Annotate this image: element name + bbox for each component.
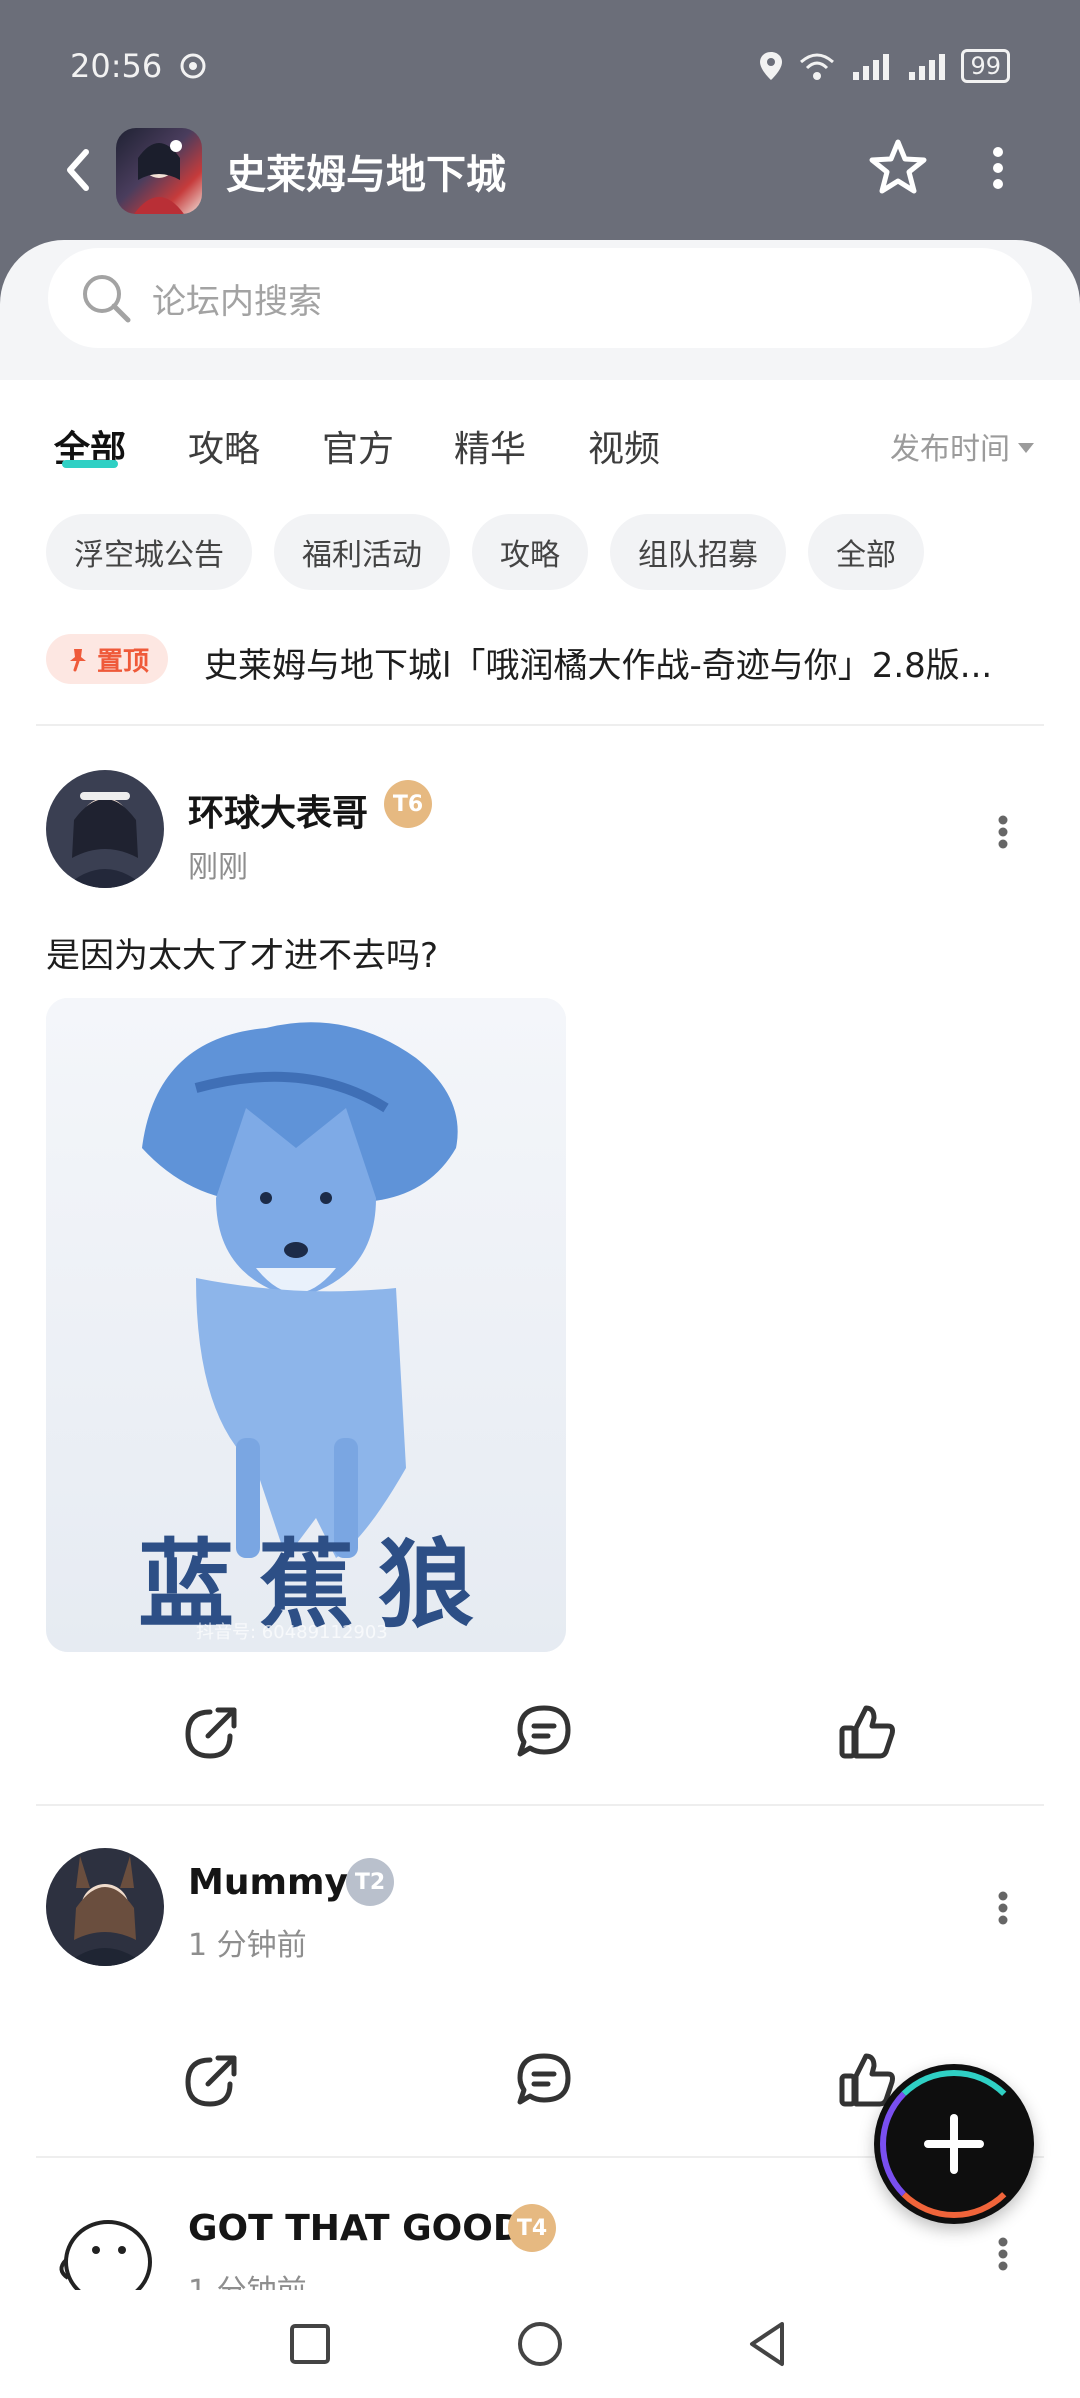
caret-down-icon: [1018, 443, 1034, 453]
search-icon: [83, 275, 131, 323]
level-badge: T2: [346, 1858, 394, 1906]
post-text: 是因为太大了才进不去吗?: [46, 936, 439, 976]
filter-chips: 浮空城公告 福利活动 攻略 组队招募 全部: [46, 514, 924, 590]
comment-icon[interactable]: [512, 2048, 576, 2112]
post-time: 刚刚: [188, 850, 248, 885]
recents-square-icon[interactable]: [280, 2314, 340, 2374]
comment-icon[interactable]: [512, 1700, 576, 1764]
level-badge: T6: [384, 780, 432, 828]
avatar[interactable]: [46, 2200, 164, 2290]
more-vertical-icon[interactable]: [990, 802, 1016, 862]
forum-avatar[interactable]: [116, 128, 202, 214]
pin-icon: [69, 649, 86, 672]
category-tabs: 全部 攻略 官方 精华 视频 发布时间: [0, 380, 1080, 490]
status-bar: 20:56 99: [70, 44, 1010, 88]
cell-signal-icon-2: [909, 54, 946, 80]
pinned-post[interactable]: 置顶 史莱姆与地下城l「哦润橘大作战-奇迹与你」2.8版...: [46, 632, 1036, 688]
level-badge: T4: [508, 2204, 556, 2252]
post-time: 1 分钟前: [188, 2266, 307, 2290]
create-post-button[interactable]: [874, 2064, 1034, 2224]
pin-badge: 置顶: [46, 634, 168, 684]
sort-dropdown[interactable]: 发布时间: [890, 424, 1034, 468]
pin-badge-label: 置顶: [96, 646, 149, 677]
chip-events[interactable]: 福利活动: [274, 514, 450, 590]
more-vertical-icon[interactable]: [990, 2224, 1016, 2284]
tab-videos[interactable]: 视频: [588, 420, 660, 472]
active-tab-indicator: [62, 460, 118, 468]
back-arrow-icon[interactable]: [52, 142, 108, 198]
username[interactable]: GOT THAT GOOD: [188, 2208, 523, 2249]
back-triangle-icon[interactable]: [738, 2314, 798, 2374]
username[interactable]: 环球大表哥: [188, 784, 368, 836]
like-icon[interactable]: [836, 1700, 900, 1764]
chip-announcement[interactable]: 浮空城公告: [46, 514, 252, 590]
chip-recruit[interactable]: 组队招募: [610, 514, 786, 590]
wifi-icon: [800, 53, 835, 80]
system-nav-bar: [0, 2290, 1080, 2398]
tab-featured[interactable]: 精华: [454, 420, 526, 472]
chip-guides[interactable]: 攻略: [472, 514, 588, 590]
share-icon[interactable]: [180, 2048, 244, 2112]
more-vertical-icon[interactable]: [978, 136, 1018, 200]
divider: [36, 1804, 1044, 1806]
cell-signal-icon: [853, 54, 890, 80]
pinned-title: 史莱姆与地下城l「哦润橘大作战-奇迹与你」2.8版...: [204, 646, 993, 686]
divider: [36, 724, 1044, 726]
post-image[interactable]: 蓝 蕉 狼 抖音号: 60489112903: [46, 998, 566, 1652]
location-icon: [760, 52, 783, 80]
star-icon[interactable]: [866, 136, 930, 200]
share-icon[interactable]: [180, 1700, 244, 1764]
avatar[interactable]: [46, 1848, 164, 1966]
tab-official[interactable]: 官方: [322, 420, 394, 472]
chip-all[interactable]: 全部: [808, 514, 924, 590]
forum-title: 史莱姆与地下城: [226, 152, 506, 198]
shield-icon: [180, 53, 206, 79]
sort-label: 发布时间: [890, 432, 1010, 467]
username[interactable]: Mummy: [188, 1862, 348, 1903]
tab-guides[interactable]: 攻略: [188, 420, 260, 472]
image-watermark: 抖音号: 60489112903: [196, 1622, 388, 1643]
search-input[interactable]: 论坛内搜索: [48, 248, 1032, 348]
status-time: 20:56: [70, 47, 163, 85]
home-circle-icon[interactable]: [510, 2314, 570, 2374]
more-vertical-icon[interactable]: [990, 1878, 1016, 1938]
search-placeholder: 论坛内搜索: [152, 282, 322, 322]
post-time: 1 分钟前: [188, 1928, 307, 1963]
title-bar: 史莱姆与地下城: [0, 120, 1080, 220]
plus-icon: [924, 2114, 984, 2174]
avatar[interactable]: [46, 770, 164, 888]
battery-indicator: 99: [961, 49, 1010, 83]
